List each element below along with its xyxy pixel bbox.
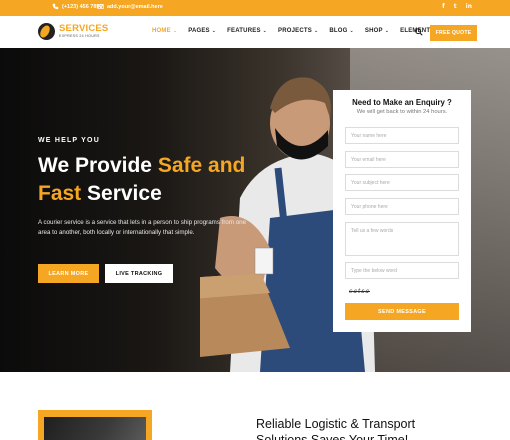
captcha-field[interactable]: Type the below word	[345, 262, 459, 279]
form-title: Need to Make an Enquiry ?	[352, 98, 452, 107]
logo-icon	[38, 23, 55, 40]
chevron-down-icon: ⌄	[211, 28, 217, 34]
hero-title-part-1: We Provide	[38, 154, 158, 177]
hero-eyebrow: WE HELP YOU	[38, 137, 100, 144]
nav-item-label: SHOP	[364, 28, 383, 34]
about-section: Reliable Logistic & Transport Solutions …	[0, 372, 510, 440]
chevron-down-icon: ⌄	[314, 28, 319, 34]
chevron-down-icon: ⌄	[384, 28, 390, 34]
hero-title-highlight-2: Fast	[38, 182, 82, 205]
learn-more-button[interactable]: LEARN MORE	[38, 264, 99, 283]
social-links: f t in	[442, 3, 472, 10]
topbar-email[interactable]: add.your@email.here	[97, 3, 163, 10]
send-message-button[interactable]: SEND MESSAGE	[345, 303, 459, 320]
nav-item-label: PAGES	[188, 28, 210, 34]
chevron-down-icon: ⌄	[349, 28, 354, 34]
about-title: Reliable Logistic & Transport Solutions …	[256, 417, 416, 440]
nav-menu: HOME ⌄ PAGES ⌄ FEATURES ⌄ PROJECTS ⌄ BLOG ⌄ S…	[152, 28, 441, 34]
twitter-icon[interactable]: t	[454, 3, 457, 10]
captcha-image: catsa	[349, 288, 371, 295]
nav-item-features[interactable]: FEATURES ⌄	[227, 28, 267, 34]
nav-item-label: PROJECTS	[278, 28, 312, 34]
topbar-email-text: add.your@email.here	[107, 3, 163, 10]
message-field[interactable]: Tell us a few words	[345, 222, 459, 256]
top-bar: (+123) 456 7890 add.your@email.here f t …	[0, 0, 510, 16]
nav-item-projects[interactable]: PROJECTS ⌄	[278, 28, 318, 34]
facebook-icon[interactable]: f	[442, 3, 445, 10]
hero-title-highlight-1: Safe and	[157, 154, 246, 177]
nav-item-blog[interactable]: BLOG ⌄	[329, 28, 354, 34]
nav-item-home[interactable]: HOME ⌄	[152, 28, 177, 34]
chevron-down-icon: ⌄	[262, 28, 268, 34]
free-quote-button[interactable]: FREE QUOTE	[430, 25, 477, 41]
chevron-down-icon: ⌄	[172, 28, 178, 34]
name-field[interactable]: Your name here	[345, 127, 459, 144]
linkedin-icon[interactable]: in	[466, 3, 472, 10]
nav-item-shop[interactable]: SHOP ⌄	[365, 28, 389, 34]
search-icon[interactable]	[415, 28, 423, 36]
live-tracking-button[interactable]: LIVE TRACKING	[105, 264, 173, 283]
phone-icon	[52, 3, 59, 10]
subject-field[interactable]: Your subject here	[345, 174, 459, 191]
main-nav: SERVICES EXPRESS 24 HOURS HOME ⌄ PAGES ⌄ F…	[0, 16, 510, 48]
form-subtitle: We will get back to within 24 hours.	[356, 109, 448, 115]
logo-title: SERVICES	[59, 23, 109, 35]
nav-item-label: FEATURES	[227, 28, 261, 34]
mail-icon	[97, 4, 104, 9]
nav-item-pages[interactable]: PAGES ⌄	[188, 28, 216, 34]
topbar-phone[interactable]: (+123) 456 7890	[52, 3, 103, 10]
enquiry-form: Need to Make an Enquiry ? We will get ba…	[333, 90, 471, 332]
hero-title-part-2: Service	[81, 182, 162, 205]
hero-description: A courier service is a service that lets…	[38, 219, 247, 236]
about-image	[44, 417, 146, 440]
email-field[interactable]: Your email here	[345, 151, 459, 168]
hero-title: We Provide Safe and Fast Service	[38, 152, 298, 208]
nav-item-label: BLOG	[329, 28, 348, 34]
logo-text: SERVICES EXPRESS 24 HOURS	[59, 24, 108, 38]
logo[interactable]: SERVICES EXPRESS 24 HOURS	[38, 23, 108, 40]
logo-subtitle: EXPRESS 24 HOURS	[59, 33, 100, 38]
phone-field[interactable]: Your phone here	[345, 198, 459, 215]
nav-item-label: HOME	[152, 28, 171, 34]
